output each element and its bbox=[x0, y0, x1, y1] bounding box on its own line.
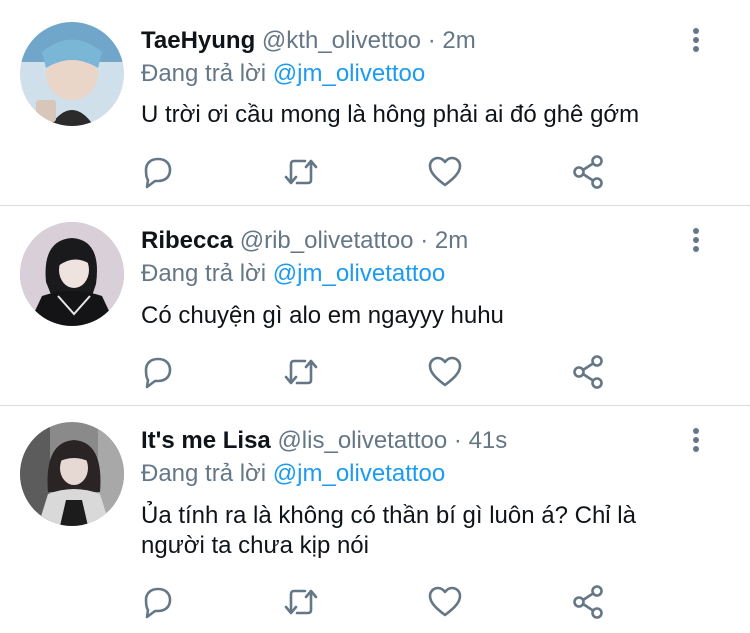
like-button[interactable] bbox=[425, 584, 465, 620]
retweet-icon bbox=[284, 589, 318, 615]
more-options-button[interactable] bbox=[686, 226, 706, 256]
mention-link[interactable]: @jm_olivetattoo bbox=[273, 260, 445, 287]
avatar[interactable] bbox=[20, 22, 124, 126]
user-handle[interactable]: @lis_olivetattoo bbox=[277, 427, 447, 454]
more-options-button[interactable] bbox=[686, 26, 706, 56]
display-name[interactable]: It's me Lisa bbox=[141, 427, 271, 454]
timestamp[interactable]: 2m bbox=[435, 227, 468, 254]
timestamp[interactable]: 2m bbox=[442, 27, 475, 54]
tweet-text: Có chuyện gì alo em ngayyy huhu bbox=[141, 302, 504, 329]
replying-to: Đang trả lời @jm_olivetattoo bbox=[141, 459, 445, 489]
retweet-icon bbox=[284, 359, 318, 385]
replying-to-label: Đang trả lời bbox=[141, 260, 267, 287]
tweet-text: Ủa tính ra là không có thần bí gì luôn á… bbox=[141, 502, 636, 559]
tweet-2[interactable]: Ribecca @rib_olivetattoo · 2m Đang trả l… bbox=[0, 206, 750, 405]
avatar[interactable] bbox=[20, 222, 124, 326]
separator-dot: · bbox=[453, 427, 462, 454]
user-handle[interactable]: @rib_olivetattoo bbox=[240, 227, 414, 254]
tweet-3[interactable]: It's me Lisa @lis_olivetattoo · 41s Đang… bbox=[0, 406, 750, 633]
avatar-image bbox=[20, 222, 124, 326]
replying-to-label: Đang trả lời bbox=[141, 60, 267, 87]
share-icon bbox=[573, 155, 603, 189]
separator-dot: · bbox=[420, 227, 429, 254]
tweet-1[interactable]: TaeHyung @kth_olivettoo · 2m Đang trả lờ… bbox=[0, 0, 750, 205]
tweet-text: U trời ơi cầu mong là hông phải ai đó gh… bbox=[141, 101, 640, 128]
timestamp[interactable]: 41s bbox=[469, 427, 508, 454]
reply-button[interactable] bbox=[138, 584, 178, 620]
like-button[interactable] bbox=[425, 354, 465, 390]
retweet-icon bbox=[284, 159, 318, 185]
reply-icon bbox=[144, 157, 172, 189]
mention-link[interactable]: @jm_olivettoo bbox=[273, 60, 425, 87]
share-button[interactable] bbox=[569, 354, 609, 390]
share-icon bbox=[573, 585, 603, 619]
reply-button[interactable] bbox=[138, 354, 178, 390]
display-name[interactable]: TaeHyung bbox=[141, 27, 255, 54]
replying-to-label: Đang trả lời bbox=[141, 460, 267, 487]
heart-icon bbox=[428, 356, 462, 387]
reply-button[interactable] bbox=[138, 154, 178, 190]
heart-icon bbox=[428, 586, 462, 617]
mention-link[interactable]: @jm_olivetattoo bbox=[273, 460, 445, 487]
reply-icon bbox=[144, 587, 172, 619]
retweet-button[interactable] bbox=[281, 354, 321, 390]
retweet-button[interactable] bbox=[281, 584, 321, 620]
share-button[interactable] bbox=[569, 584, 609, 620]
retweet-button[interactable] bbox=[281, 154, 321, 190]
reply-icon bbox=[144, 357, 172, 389]
more-options-button[interactable] bbox=[686, 426, 706, 456]
more-vertical-icon bbox=[693, 428, 699, 452]
avatar-image bbox=[20, 422, 124, 526]
heart-icon bbox=[428, 156, 462, 187]
separator-dot: · bbox=[427, 27, 436, 54]
user-handle[interactable]: @kth_olivettoo bbox=[262, 27, 421, 54]
replying-to: Đang trả lời @jm_olivetattoo bbox=[141, 259, 445, 289]
more-vertical-icon bbox=[693, 228, 699, 252]
avatar[interactable] bbox=[20, 422, 124, 526]
display-name[interactable]: Ribecca bbox=[141, 227, 233, 254]
like-button[interactable] bbox=[425, 154, 465, 190]
avatar-image bbox=[20, 22, 124, 126]
replying-to: Đang trả lời @jm_olivettoo bbox=[141, 59, 425, 89]
more-vertical-icon bbox=[693, 28, 699, 52]
share-icon bbox=[573, 355, 603, 389]
share-button[interactable] bbox=[569, 154, 609, 190]
